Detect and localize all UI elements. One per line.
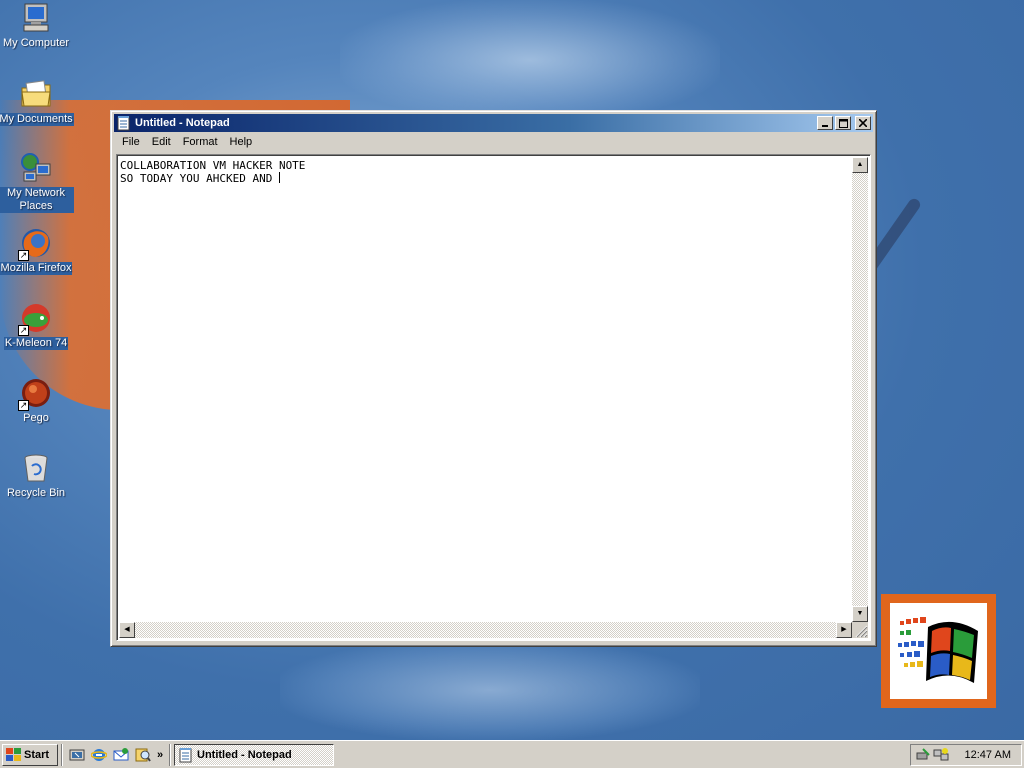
desktop-icon-k-meleon[interactable]: ↗ K-Meleon 74 (0, 302, 74, 350)
k-meleon-icon: ↗ (18, 302, 52, 336)
taskbar-separator (61, 743, 63, 766)
desktop-sky-glow (340, 0, 720, 120)
close-button[interactable] (855, 116, 871, 130)
outlook-express-icon[interactable] (110, 744, 132, 766)
windows-logo-icon (6, 747, 22, 762)
title-bar[interactable]: Untitled - Notepad (114, 114, 873, 132)
text-line: SO TODAY YOU AHCKED AND (120, 172, 279, 185)
taskbar-separator (169, 743, 171, 766)
vertical-scrollbar[interactable]: ▲ ▼ (852, 157, 868, 622)
firefox-icon: ↗ (18, 227, 52, 261)
start-label: Start (24, 748, 50, 761)
maximize-icon (838, 118, 848, 128)
horizontal-scrollbar[interactable]: ◀ ▶ (119, 622, 852, 638)
computer-icon (20, 2, 52, 34)
desktop-icon-label: Recycle Bin (6, 487, 66, 499)
desktop-icon-my-network-places[interactable]: My Network Places (0, 152, 74, 213)
desktop-icon-recycle-bin[interactable]: Recycle Bin (0, 452, 74, 500)
notepad-icon (116, 115, 132, 131)
resize-grip-icon[interactable] (852, 622, 868, 638)
desktop-icon-my-documents[interactable]: My Documents (0, 78, 74, 126)
text-line: COLLABORATION VM HACKER NOTE (120, 159, 306, 172)
desktop-icon-label: Mozilla Firefox (0, 262, 73, 275)
network-icon (20, 152, 52, 184)
network-connection-icon[interactable] (933, 747, 949, 763)
system-tray: 12:47 AM (910, 743, 1022, 766)
menu-file[interactable]: File (116, 136, 146, 148)
task-button-notepad[interactable]: Untitled - Notepad (174, 743, 334, 766)
windows-logo-card (881, 594, 996, 708)
desktop-icon-mozilla-firefox[interactable]: ↗ Mozilla Firefox (0, 227, 74, 275)
quick-launch-more-button[interactable]: » (154, 749, 166, 761)
minimize-icon (822, 125, 828, 127)
close-icon (859, 119, 867, 127)
menu-help[interactable]: Help (224, 136, 259, 148)
desktop-cloud (280, 640, 700, 740)
desktop-icon-label: My Documents (0, 113, 74, 126)
text-content[interactable]: COLLABORATION VM HACKER NOTE SO TODAY YO… (119, 157, 852, 622)
maximize-button[interactable] (835, 116, 851, 130)
desktop-icon-label: My Computer (2, 37, 70, 49)
text-editor[interactable]: COLLABORATION VM HACKER NOTE SO TODAY YO… (116, 154, 871, 641)
scroll-down-button[interactable]: ▼ (852, 606, 868, 622)
scroll-left-button[interactable]: ◀ (119, 622, 135, 638)
internet-explorer-icon[interactable] (88, 744, 110, 766)
window-title: Untitled - Notepad (135, 117, 230, 129)
desktop-icon-my-computer[interactable]: My Computer (0, 2, 74, 50)
desktop-icon-label: Pego (23, 412, 49, 424)
safely-remove-hardware-icon[interactable] (915, 747, 931, 763)
pego-icon: ↗ (18, 377, 52, 411)
scroll-right-button[interactable]: ▶ (836, 622, 852, 638)
show-desktop-icon[interactable] (66, 744, 88, 766)
notepad-icon (178, 747, 194, 763)
taskbar: Start » Untitled - Notepad 12:47 AM (0, 740, 1024, 768)
shortcut-arrow-icon: ↗ (18, 325, 29, 336)
text-caret (278, 172, 280, 183)
search-icon[interactable] (132, 744, 154, 766)
shortcut-arrow-icon: ↗ (18, 250, 29, 261)
folder-icon (20, 78, 52, 110)
desktop-icon-pego[interactable]: ↗ Pego (0, 377, 74, 425)
shortcut-arrow-icon: ↗ (18, 400, 29, 411)
notepad-window[interactable]: Untitled - Notepad File Edit Format Help… (110, 110, 877, 647)
menu-edit[interactable]: Edit (146, 136, 177, 148)
menu-bar: File Edit Format Help (114, 132, 873, 152)
minimize-button[interactable] (817, 116, 833, 130)
scroll-up-button[interactable]: ▲ (852, 157, 868, 173)
menu-format[interactable]: Format (177, 136, 224, 148)
windows-flag-icon (890, 603, 987, 699)
start-button[interactable]: Start (2, 743, 58, 766)
desktop-icon-label: My Network Places (0, 187, 74, 213)
clock[interactable]: 12:47 AM (965, 749, 1011, 761)
recycle-bin-icon (20, 452, 52, 484)
task-button-label: Untitled - Notepad (197, 748, 292, 761)
desktop-icon-label: K-Meleon 74 (3, 337, 69, 350)
